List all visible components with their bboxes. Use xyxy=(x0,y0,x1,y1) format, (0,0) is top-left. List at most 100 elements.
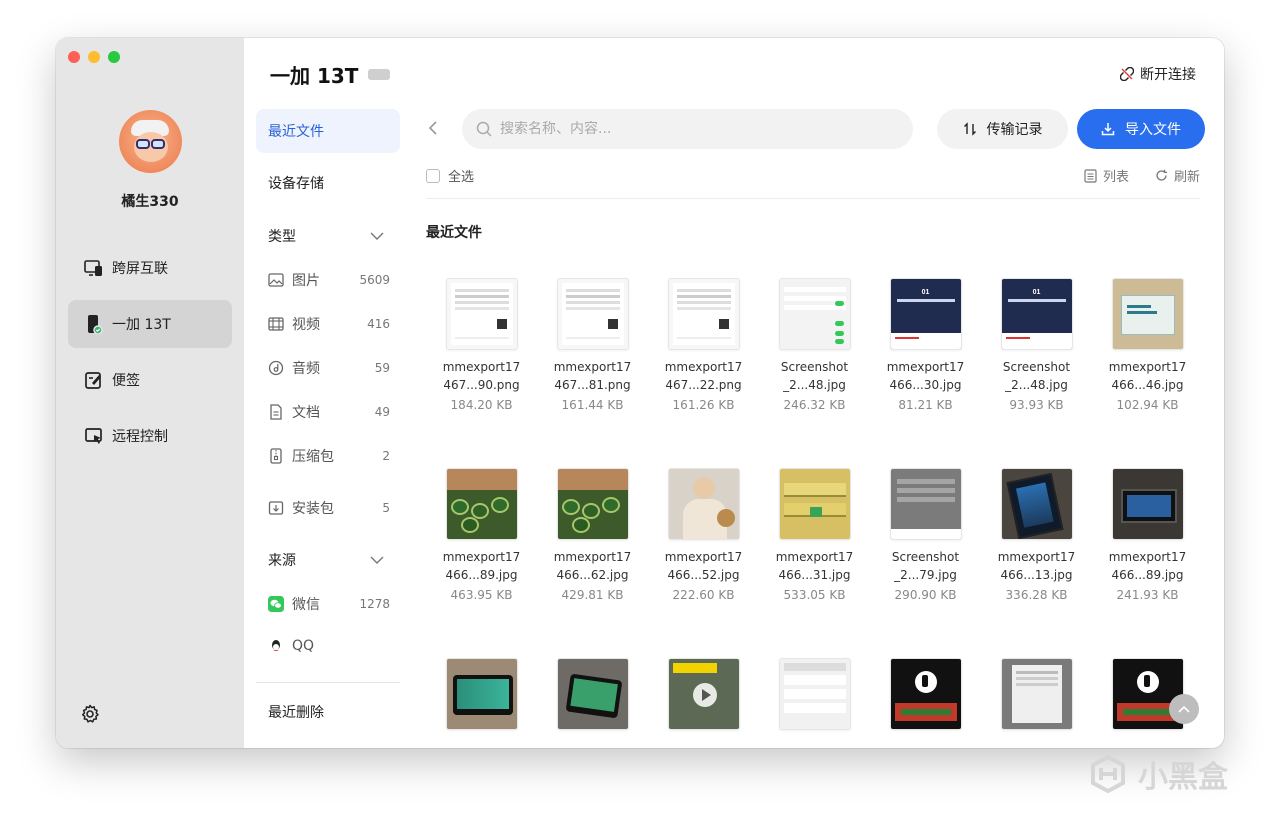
file-thumbnail[interactable] xyxy=(667,278,740,350)
file-name: mmexport17 466...62.jpg xyxy=(553,550,632,582)
app-window: 橘生330 跨屏互联 一加 13T 便签 远程控制 一加 13T 最近文件 设备… xyxy=(56,38,1224,748)
file-tile[interactable]: Screenshot _2...48.jpg 246.32 KB xyxy=(759,278,870,412)
file-tile[interactable] xyxy=(537,658,648,730)
file-thumbnail[interactable]: 01 xyxy=(889,278,962,350)
file-name: mmexport17 466...31.jpg xyxy=(775,550,854,582)
file-tile[interactable]: mmexport17 466...31.jpg 533.05 KB xyxy=(759,468,870,602)
type-item-audio[interactable]: 音频 59 xyxy=(268,358,390,378)
sidebar: 橘生330 跨屏互联 一加 13T 便签 远程控制 xyxy=(56,38,244,748)
checkbox[interactable] xyxy=(426,168,440,183)
file-name: mmexport17 466...52.jpg xyxy=(664,550,743,582)
xiaoheihe-logo-icon xyxy=(1088,754,1128,794)
source-section-header[interactable]: 来源 xyxy=(268,550,384,570)
type-section-header[interactable]: 类型 xyxy=(268,226,384,246)
file-size: 184.20 KB xyxy=(450,398,513,412)
file-tile[interactable]: mmexport17 467...90.png 184.20 KB xyxy=(426,278,537,412)
file-tile[interactable] xyxy=(648,658,759,730)
sidebar-item-device[interactable]: 一加 13T xyxy=(68,300,232,348)
file-tile[interactable]: mmexport17 466...62.jpg 429.81 KB xyxy=(537,468,648,602)
list-view-button[interactable]: 列表 xyxy=(1084,166,1129,185)
file-tile[interactable]: mmexport17 466...89.jpg 241.93 KB xyxy=(1092,468,1203,602)
file-thumbnail[interactable] xyxy=(1000,658,1073,730)
import-icon xyxy=(1101,122,1115,136)
type-item-videos[interactable]: 视频 416 xyxy=(268,314,390,334)
file-tile[interactable]: mmexport17 466...13.jpg 336.28 KB xyxy=(981,468,1092,602)
file-tile[interactable]: mmexport17 466...89.jpg 463.95 KB xyxy=(426,468,537,602)
category-device-storage[interactable]: 设备存储 xyxy=(256,161,400,205)
disconnect-button[interactable]: 断开连接 xyxy=(1120,64,1196,84)
file-tile[interactable]: 01 Screenshot _2...48.jpg 93.93 KB xyxy=(981,278,1092,412)
list-icon xyxy=(1084,168,1097,183)
device-title: 一加 13T xyxy=(270,60,391,89)
transfer-icon xyxy=(963,122,977,136)
file-tile[interactable] xyxy=(759,658,870,730)
username: 橘生330 xyxy=(121,194,179,210)
file-tile[interactable] xyxy=(426,658,537,730)
sidebar-item-label: 跨屏互联 xyxy=(112,261,168,277)
file-thumbnail[interactable] xyxy=(1111,278,1184,350)
refresh-button[interactable]: 刷新 xyxy=(1155,166,1200,185)
category-recently-deleted[interactable]: 最近删除 xyxy=(256,690,400,734)
scroll-to-top-button[interactable] xyxy=(1169,694,1199,724)
type-item-images[interactable]: 图片 5609 xyxy=(268,270,390,290)
unlink-icon xyxy=(1120,67,1134,81)
sidebar-item-screen-link[interactable]: 跨屏互联 xyxy=(68,244,232,292)
import-file-button[interactable]: 导入文件 xyxy=(1077,109,1205,149)
chevron-down-icon xyxy=(370,552,384,568)
file-thumbnail[interactable] xyxy=(556,468,629,540)
file-thumbnail[interactable] xyxy=(1111,468,1184,540)
back-chevron-icon[interactable] xyxy=(428,120,438,139)
file-name: mmexport17 466...46.jpg xyxy=(1108,360,1187,392)
file-name: Screenshot _2...48.jpg xyxy=(1002,360,1071,392)
category-recent-files[interactable]: 最近文件 xyxy=(256,109,400,153)
minimize-window-button[interactable] xyxy=(88,51,100,63)
file-thumbnail[interactable] xyxy=(556,658,629,730)
file-thumbnail[interactable] xyxy=(1000,468,1073,540)
file-thumbnail[interactable] xyxy=(667,468,740,540)
source-item-wechat[interactable]: 微信 1278 xyxy=(268,594,390,614)
search-bar[interactable] xyxy=(462,109,913,149)
file-thumbnail[interactable] xyxy=(667,658,740,730)
file-name: mmexport17 466...89.jpg xyxy=(442,550,521,582)
file-thumbnail[interactable] xyxy=(778,468,851,540)
file-tile[interactable]: mmexport17 466...52.jpg 222.60 KB xyxy=(648,468,759,602)
file-tile[interactable]: mmexport17 467...81.png 161.44 KB xyxy=(537,278,648,412)
file-tile[interactable]: mmexport17 467...22.png 161.26 KB xyxy=(648,278,759,412)
maximize-window-button[interactable] xyxy=(108,51,120,63)
chevron-down-icon xyxy=(370,228,384,244)
transfer-history-button[interactable]: 传输记录 xyxy=(937,109,1068,149)
file-tile[interactable] xyxy=(870,658,981,730)
file-thumbnail[interactable] xyxy=(445,658,518,730)
file-thumbnail[interactable] xyxy=(778,658,851,730)
sidebar-item-notes[interactable]: 便签 xyxy=(68,356,232,404)
file-tile[interactable] xyxy=(981,658,1092,730)
file-thumbnail[interactable] xyxy=(445,468,518,540)
file-thumbnail[interactable]: 01 xyxy=(1000,278,1073,350)
file-name: Screenshot _2...48.jpg xyxy=(780,360,849,392)
file-tile[interactable]: mmexport17 466...46.jpg 102.94 KB xyxy=(1092,278,1203,412)
source-item-qq[interactable]: QQ xyxy=(268,638,390,654)
type-item-documents[interactable]: 文档 49 xyxy=(268,402,390,422)
file-size: 429.81 KB xyxy=(561,588,624,602)
sidebar-item-remote-control[interactable]: 远程控制 xyxy=(68,412,232,460)
close-window-button[interactable] xyxy=(68,51,80,63)
file-thumbnail[interactable] xyxy=(445,278,518,350)
file-tile[interactable]: Screenshot _2...79.jpg 290.90 KB xyxy=(870,468,981,602)
gear-icon[interactable] xyxy=(80,704,100,724)
image-icon xyxy=(268,272,284,288)
type-item-archives[interactable]: 压缩包 2 xyxy=(268,446,390,466)
file-thumbnail[interactable] xyxy=(889,658,962,730)
file-size: 222.60 KB xyxy=(672,588,735,602)
file-thumbnail[interactable] xyxy=(556,278,629,350)
file-name: mmexport17 466...13.jpg xyxy=(997,550,1076,582)
file-thumbnail[interactable] xyxy=(778,278,851,350)
type-item-install-packages[interactable]: 安装包 5 xyxy=(268,498,390,518)
file-name: mmexport17 467...81.png xyxy=(553,360,632,392)
select-all-checkbox[interactable]: 全选 xyxy=(426,166,474,185)
file-tile[interactable]: 01 mmexport17 466...30.jpg 81.21 KB xyxy=(870,278,981,412)
file-thumbnail[interactable] xyxy=(889,468,962,540)
file-size: 290.90 KB xyxy=(894,588,957,602)
file-size: 81.21 KB xyxy=(898,398,953,412)
search-input[interactable] xyxy=(500,121,880,137)
avatar[interactable] xyxy=(119,110,182,173)
